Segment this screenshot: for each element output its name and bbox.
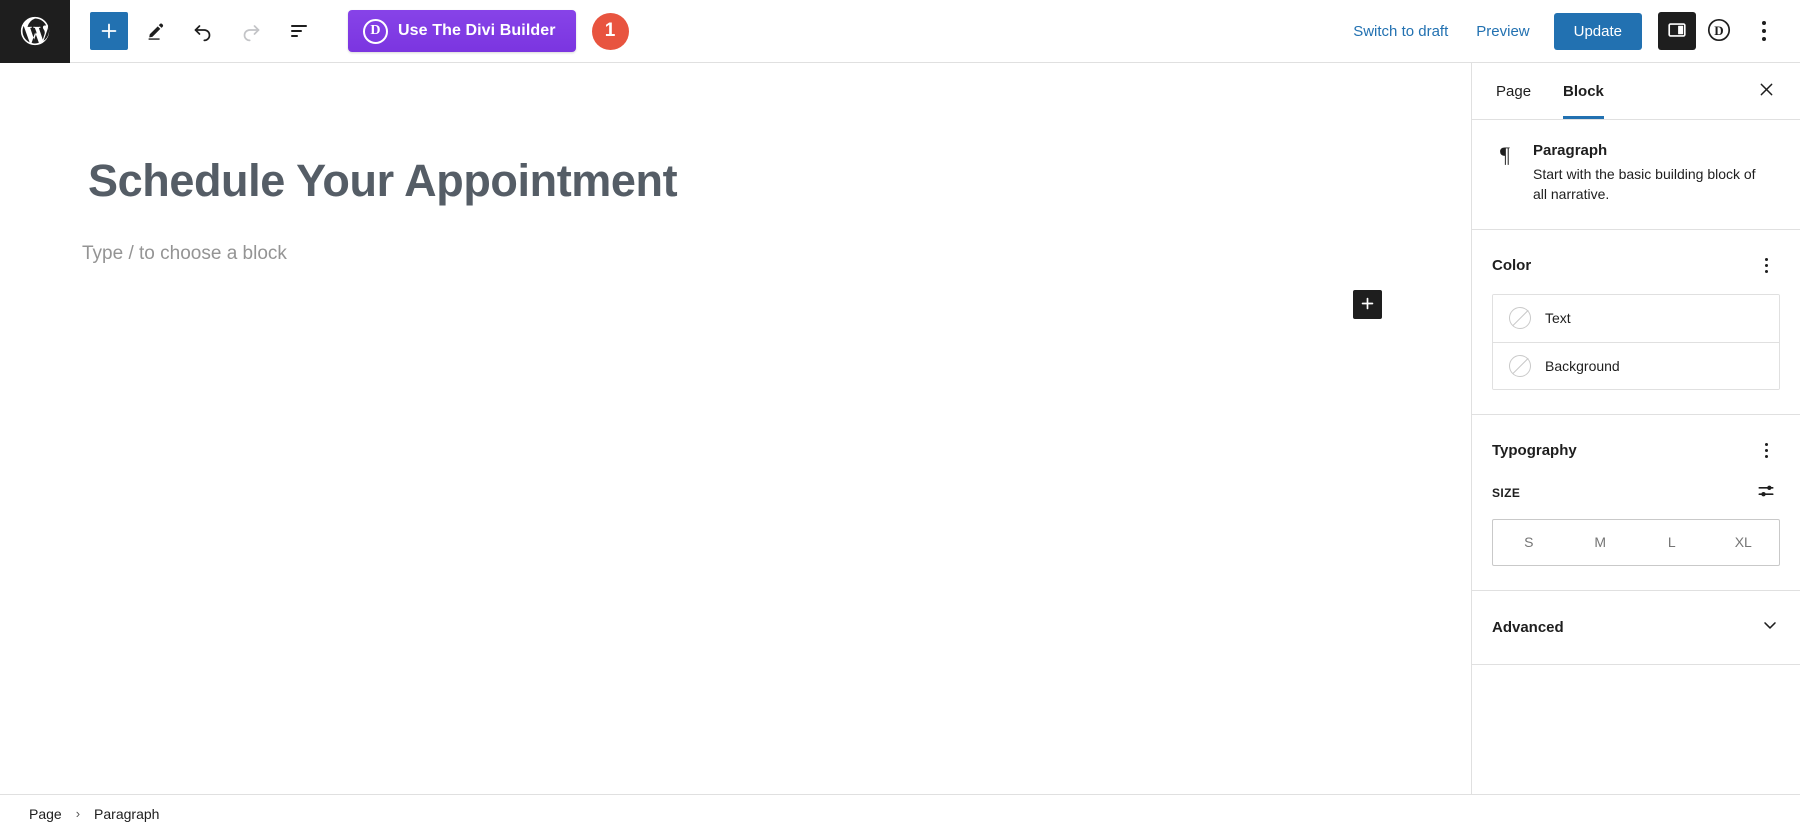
editor-canvas[interactable]: Schedule Your Appointment Type / to choo… [0, 63, 1471, 794]
sidebar-tab-bar: Page Block [1472, 63, 1800, 120]
undo-button[interactable] [182, 10, 224, 52]
plus-icon [1359, 295, 1376, 315]
redo-button[interactable] [230, 10, 272, 52]
font-size-label: SIZE [1492, 485, 1521, 500]
typography-section-header: Typography [1492, 437, 1780, 465]
block-card-description: Start with the basic building block of a… [1533, 166, 1756, 203]
sliders-icon [1756, 481, 1776, 504]
update-button[interactable]: Update [1553, 12, 1642, 50]
editor-body: Schedule Your Appointment Type / to choo… [0, 63, 1800, 794]
close-sidebar-button[interactable] [1746, 71, 1786, 111]
color-row-label: Text [1545, 310, 1571, 327]
no-color-swatch-icon [1509, 354, 1531, 377]
wordpress-logo-button[interactable] [0, 0, 70, 63]
block-card-title: Paragraph [1533, 142, 1608, 159]
divi-logo-icon: D [363, 18, 388, 44]
block-appender-button[interactable] [1353, 290, 1382, 319]
typography-section-title: Typography [1492, 442, 1577, 460]
kebab-dot [1764, 258, 1768, 262]
color-row-label: Background [1545, 357, 1620, 374]
font-size-header: SIZE [1492, 479, 1780, 507]
kebab-dot [1764, 270, 1768, 274]
color-row-text[interactable]: Text [1493, 294, 1779, 342]
block-info-section: ¶ Paragraph Start with the basic buildin… [1472, 120, 1800, 230]
breadcrumb-bar: Page › Paragraph [0, 794, 1800, 832]
tab-block[interactable]: Block [1547, 63, 1620, 119]
undo-icon [191, 19, 215, 43]
switch-to-draft-button[interactable]: Switch to draft [1339, 15, 1462, 48]
paragraph-icon: ¶ [1500, 142, 1510, 167]
redo-icon [239, 19, 263, 43]
kebab-dot [1764, 443, 1768, 447]
font-size-s[interactable]: S [1493, 520, 1565, 565]
color-section: Color Text Background [1472, 230, 1800, 415]
advanced-panel-title: Advanced [1492, 618, 1564, 636]
color-row-background[interactable]: Background [1493, 341, 1779, 389]
breadcrumb-paragraph[interactable]: Paragraph [90, 803, 163, 825]
block-card: ¶ Paragraph Start with the basic buildin… [1492, 142, 1780, 205]
settings-sidebar: Page Block ¶ Paragraph Start with the ba… [1471, 63, 1800, 794]
typography-options-button[interactable] [1752, 437, 1780, 465]
color-option-list: Text Background [1492, 293, 1780, 390]
tools-edit-button[interactable] [134, 10, 176, 52]
block-editor-app: D Use The Divi Builder 1 Switch to draft… [0, 0, 1800, 832]
list-view-icon [287, 19, 311, 43]
more-options-button[interactable] [1746, 11, 1782, 51]
sidebar-panel-icon [1666, 19, 1688, 44]
list-view-button[interactable] [278, 10, 320, 52]
kebab-dot [1762, 37, 1766, 41]
kebab-dot [1764, 449, 1768, 453]
settings-sidebar-toggle-button[interactable] [1658, 12, 1696, 50]
divi-builder-label: Use The Divi Builder [398, 22, 556, 39]
kebab-dot [1762, 21, 1766, 25]
use-divi-builder-button[interactable]: D Use The Divi Builder [348, 10, 576, 52]
close-icon [1757, 80, 1776, 102]
breadcrumb-separator-icon: › [75, 806, 81, 821]
font-size-m[interactable]: M [1565, 520, 1637, 565]
font-size-xl[interactable]: XL [1708, 520, 1780, 565]
preview-button[interactable]: Preview [1462, 15, 1543, 48]
add-block-button[interactable] [90, 12, 128, 50]
font-size-button-group: S M L XL [1492, 518, 1780, 566]
top-bar-right-tools: Switch to draft Preview Update D [1339, 11, 1800, 51]
color-section-header: Color [1492, 252, 1780, 280]
custom-font-size-button[interactable] [1752, 479, 1780, 507]
top-bar-left-tools: D Use The Divi Builder 1 [70, 10, 629, 52]
post-title[interactable]: Schedule Your Appointment [88, 154, 1471, 208]
editor-top-bar: D Use The Divi Builder 1 Switch to draft… [0, 0, 1800, 63]
typography-section: Typography SIZE S M L XL [1472, 415, 1800, 591]
breadcrumb-page[interactable]: Page [25, 803, 66, 825]
svg-text:D: D [1714, 23, 1723, 38]
font-size-l[interactable]: L [1636, 520, 1708, 565]
tab-page[interactable]: Page [1480, 63, 1547, 119]
kebab-dot [1764, 455, 1768, 459]
divi-circle-button[interactable]: D [1700, 12, 1738, 50]
color-options-button[interactable] [1752, 252, 1780, 280]
divi-builder-area: D Use The Divi Builder 1 [348, 10, 629, 52]
no-color-swatch-icon [1509, 307, 1531, 330]
wordpress-icon [18, 14, 52, 48]
kebab-dot [1764, 264, 1768, 268]
notification-badge[interactable]: 1 [591, 12, 629, 50]
color-section-title: Color [1492, 257, 1532, 275]
advanced-panel-toggle[interactable]: Advanced [1472, 591, 1800, 665]
chevron-down-icon [1760, 615, 1780, 640]
plus-icon [98, 20, 120, 42]
paragraph-block-placeholder[interactable]: Type / to choose a block [82, 243, 1471, 265]
divi-circle-icon: D [1706, 17, 1732, 46]
pencil-icon [144, 20, 166, 42]
kebab-dot [1762, 29, 1766, 33]
